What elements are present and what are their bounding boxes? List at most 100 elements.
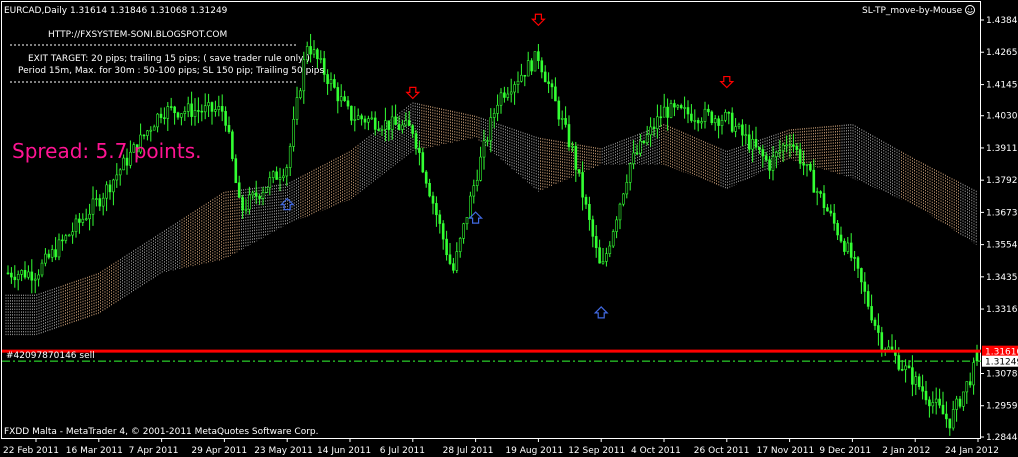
candle-body [152, 126, 156, 131]
candle-body [367, 118, 370, 123]
candle-body [288, 146, 292, 168]
candle-body [839, 234, 843, 242]
candle-body [27, 271, 30, 278]
candle-body [363, 118, 367, 123]
date-tick-label: 29 Apr 2011 [191, 446, 247, 456]
candle-body [676, 105, 680, 108]
candle-body [730, 112, 734, 132]
info-url: HTTP://FXSYSTEM-SONI.BLOGSPOT.COM [48, 30, 227, 40]
candle-body [968, 381, 972, 386]
candle-body [822, 193, 826, 208]
price-tick-label: 1.41455 [986, 81, 1018, 91]
candle-body [775, 151, 778, 157]
date-tick-label: 16 Mar 2011 [66, 446, 123, 456]
candle-body [941, 404, 945, 415]
candle-body [445, 238, 448, 256]
candle-body [744, 134, 748, 137]
candle-body [509, 91, 513, 95]
candle-body [802, 163, 805, 166]
candle-body [190, 103, 193, 117]
candle-body [142, 134, 146, 137]
candle-body [554, 86, 557, 102]
candle-body [571, 145, 574, 148]
date-tick-label: 14 Jun 2011 [317, 446, 371, 456]
candle-body [458, 238, 462, 252]
order-label: #42097870146 sell [6, 351, 95, 361]
candle-body [717, 118, 720, 126]
candle-body [397, 124, 401, 130]
candle-body [258, 195, 261, 199]
candle-body [805, 163, 809, 166]
candle-body [292, 118, 295, 147]
candle-body [955, 398, 958, 410]
candle-body [560, 118, 564, 120]
candle-body [465, 217, 469, 225]
candle-body [180, 113, 183, 118]
candle-body [377, 129, 380, 131]
candle-body [754, 139, 758, 148]
candle-body [101, 197, 105, 207]
candle-body [282, 175, 285, 178]
candle-body [319, 58, 323, 60]
candle-body [788, 144, 792, 147]
candle-body [326, 74, 329, 85]
candle-body [700, 121, 703, 124]
candle-body [159, 113, 163, 118]
candle-body [557, 100, 561, 120]
candle-body [74, 218, 78, 233]
candle-body [336, 87, 340, 102]
candle-body [203, 105, 207, 113]
candle-body [826, 207, 829, 212]
candle-body [316, 49, 319, 60]
candle-body [764, 155, 768, 161]
date-tick-label: 22 Feb 2011 [3, 446, 59, 456]
candle-body [628, 163, 632, 183]
candle-body [598, 247, 601, 264]
candle-body [88, 213, 91, 220]
candle-body [537, 51, 540, 62]
candle-body [703, 108, 707, 122]
price-tick-label: 1.28440 [986, 433, 1018, 443]
candle-body [904, 365, 907, 370]
candle-body [350, 105, 353, 121]
candle-body [421, 152, 425, 173]
candle-body [503, 92, 506, 98]
candle-body [265, 187, 268, 193]
price-chart[interactable]: #42097870146 sell EURCAD,Daily 1.31614 1… [0, 0, 1018, 457]
candle-body [54, 249, 57, 258]
candle-body [506, 93, 510, 98]
candle-body [401, 124, 404, 130]
date-tick-label: 28 Jul 2011 [443, 446, 494, 456]
candle-body [496, 104, 499, 114]
candle-body [594, 236, 598, 248]
candle-body [795, 146, 799, 150]
candle-body [832, 212, 836, 224]
price-tick-label: 1.43840 [986, 16, 1018, 26]
candle-body [299, 90, 302, 98]
candle-body [428, 183, 431, 197]
candle-body [452, 263, 455, 271]
candle-body [574, 145, 578, 170]
candle-body [873, 319, 877, 326]
candle-body [870, 306, 873, 321]
candle-body [581, 172, 584, 198]
candle-body [934, 398, 938, 403]
candle-body [346, 100, 350, 107]
price-tick-label: 1.39115 [986, 144, 1018, 154]
candle-body [611, 231, 615, 247]
info-line-1: EXIT TARGET: 20 pips; trailing 15 pips; … [28, 54, 310, 64]
candle-body [520, 74, 523, 82]
candle-body [329, 79, 333, 85]
candle-body [16, 274, 20, 281]
candle-body [57, 239, 61, 258]
date-tick-label: 12 Sep 2011 [568, 446, 625, 456]
date-tick-label: 19 Aug 2011 [505, 446, 563, 456]
candle-body [343, 96, 346, 102]
candle-body [169, 106, 173, 108]
candle-body [118, 169, 122, 176]
candle-body [146, 130, 149, 136]
candle-body [241, 197, 244, 211]
candle-body [639, 140, 642, 154]
candle-body [965, 381, 969, 393]
candle-body [220, 106, 224, 112]
